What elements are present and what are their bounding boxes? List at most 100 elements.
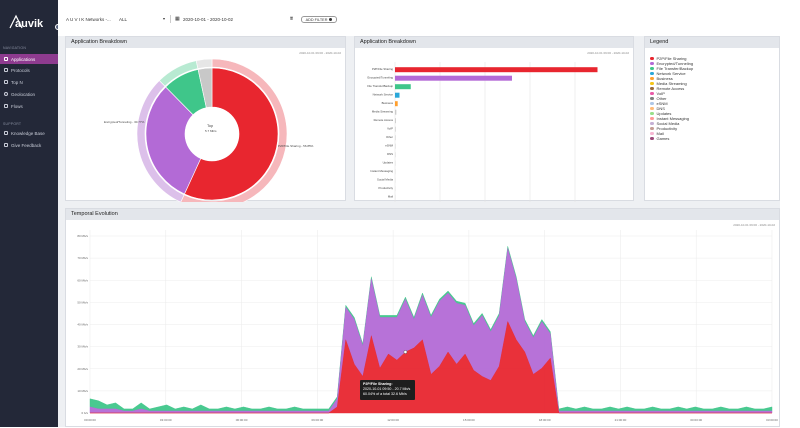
panel-title: Temporal Evolution — [66, 209, 779, 220]
legend-label: Games — [657, 136, 670, 141]
temporal-panel: Temporal Evolution 2020-10-01 09:00 - 20… — [65, 208, 780, 427]
y-tick-label: 40 Mb/s — [77, 323, 88, 327]
y-tick-label: Productivity — [379, 186, 394, 190]
y-tick-label: Encrypted/Tunneling — [367, 76, 393, 80]
legend-panel: Legend P2P/File SharingEncrypted/Tunneli… — [644, 36, 780, 201]
y-tick-label: 0 b/s — [81, 411, 88, 415]
y-tick-label: Updates — [383, 161, 394, 165]
y-tick-label: 50 Mb/s — [77, 300, 88, 304]
legend-item[interactable]: Games — [650, 136, 669, 141]
x-tick-label: 03:00:00 — [160, 418, 172, 422]
legend-swatch — [650, 137, 654, 141]
pie-center-value: 5.7 Mb/s — [205, 129, 217, 133]
bar — [395, 127, 396, 132]
y-tick-label: Business — [382, 101, 394, 105]
calendar-icon[interactable]: ▦ — [175, 16, 180, 22]
legend-swatch — [650, 97, 654, 101]
y-tick-label: eSNM — [385, 144, 393, 148]
panel-title: Application Breakdown — [66, 37, 345, 48]
bar — [395, 84, 411, 89]
add-filter-label: ADD FILTER — [306, 18, 328, 22]
x-tick-label: 18:00:00 — [539, 418, 551, 422]
sidebar-item-applications[interactable]: Applications — [0, 54, 58, 64]
sidebar-item-label: Geolocation — [11, 92, 35, 97]
pie-label-right: P2P/File Sharing - 56.85% — [278, 144, 313, 148]
y-tick-label: VoIP — [387, 127, 393, 131]
sidebar-item-top-n[interactable]: Top N — [0, 77, 58, 87]
legend-swatch — [650, 62, 654, 66]
chart-tooltip: P2P/File Sharing: 2020-10-01 09:50 - 20.… — [360, 380, 415, 400]
protocol-icon — [4, 68, 8, 72]
x-tick-label: 21:00:00 — [615, 418, 627, 422]
legend-swatch — [650, 77, 654, 81]
sidebar-item-knowledge-base[interactable]: Knowledge Base — [0, 128, 58, 138]
bar — [395, 101, 398, 106]
filter-icon[interactable]: ⩸ — [290, 16, 293, 22]
y-tick-label: File Transfer/Backup — [367, 84, 393, 88]
legend-swatch — [650, 92, 654, 96]
globe-icon — [4, 92, 8, 96]
bar — [395, 110, 396, 115]
x-tick-label: 09:00:00 — [311, 418, 323, 422]
bar — [395, 135, 396, 140]
panel-title: Application Breakdown — [355, 37, 633, 48]
scope-selector[interactable]: ALL — [119, 17, 127, 22]
legend-swatch — [650, 107, 654, 111]
y-tick-label: Social Media — [377, 178, 393, 182]
legend-swatch — [650, 82, 654, 86]
bar-chart[interactable]: 0 b/s10 Mb/s20 Mb/s30 Mb/s40 Mb/sP2P/Fil… — [355, 48, 635, 202]
auvik-logo[interactable]: auvik — [8, 14, 46, 30]
y-tick-label: 30 Mb/s — [77, 345, 88, 349]
add-filter-button[interactable]: ADD FILTER — [301, 16, 337, 23]
page-edge — [781, 0, 800, 427]
book-icon — [4, 131, 8, 135]
y-tick-label: Other — [386, 135, 393, 139]
app-window: auvik NAVIGATION Applications Protocols … — [0, 0, 800, 427]
sidebar: auvik NAVIGATION Applications Protocols … — [0, 0, 58, 427]
sidebar-item-geolocation[interactable]: Geolocation — [0, 89, 58, 99]
y-tick-label: Mail — [388, 195, 394, 199]
bar — [395, 76, 512, 81]
pie-center — [185, 107, 239, 161]
legend-swatch — [650, 112, 654, 116]
sidebar-item-protocols[interactable]: Protocols — [0, 65, 58, 75]
y-tick-label: 70 Mb/s — [77, 256, 88, 260]
sidebar-item-label: Applications — [11, 57, 35, 62]
y-tick-label: Instant Messaging — [370, 169, 393, 173]
bar — [395, 93, 400, 98]
y-tick-label: Media Streaming — [372, 110, 394, 114]
x-tick-label: 00:00:00 — [690, 418, 702, 422]
legend-swatch — [650, 102, 654, 106]
plus-icon — [329, 18, 332, 21]
x-tick-label: 12:00:00 — [387, 418, 399, 422]
sidebar-item-label: Give Feedback — [11, 143, 41, 148]
area-chart[interactable]: 80 Mb/s 70 Mb/s 60 Mb/s 50 Mb/s 40 Mb/s 30 Mb… — [66, 220, 781, 428]
sidebar-item-label: Protocols — [11, 68, 30, 73]
panel-title: Legend — [645, 37, 779, 48]
pie-chart-panel: Application Breakdown 2020-10-01 09:00 -… — [65, 36, 346, 201]
legend-swatch — [650, 67, 654, 71]
pie-label-left: Encrypted/Tunneling - 30.77% — [104, 120, 144, 124]
sidebar-item-give-feedback[interactable]: Give Feedback — [0, 140, 58, 150]
network-selector[interactable]: A U V I K Networks -... — [66, 17, 111, 22]
x-tick-label: 00:00:00 — [84, 418, 96, 422]
legend-swatch — [650, 117, 654, 121]
chevron-down-icon[interactable]: ▾ — [163, 16, 165, 21]
legend-swatch — [650, 132, 654, 136]
y-tick-label: 80 Mb/s — [77, 234, 88, 238]
support-heading: SUPPORT — [3, 122, 21, 126]
y-tick-label: 10 Mb/s — [77, 389, 88, 393]
apps-icon — [4, 57, 8, 61]
y-tick-label: Remote Access — [374, 118, 394, 122]
date-range-picker[interactable]: 2020-10-01 - 2020-10-02 — [183, 17, 233, 22]
legend-swatch — [650, 72, 654, 76]
sidebar-item-label: Top N — [11, 80, 23, 85]
pie-center-top: Top — [207, 124, 213, 128]
y-tick-label: DNS — [387, 152, 393, 156]
y-tick-label: 60 Mb/s — [77, 278, 88, 282]
top-bar: A U V I K Networks -... ALL ▾ ▦ 2020-10-… — [58, 0, 780, 36]
sidebar-item-flows[interactable]: Flows — [0, 101, 58, 111]
bar-chart-panel: Application Breakdown 2020-10-01 09:00 -… — [354, 36, 634, 201]
sidebar-item-label: Knowledge Base — [11, 131, 45, 136]
bar — [395, 67, 598, 72]
